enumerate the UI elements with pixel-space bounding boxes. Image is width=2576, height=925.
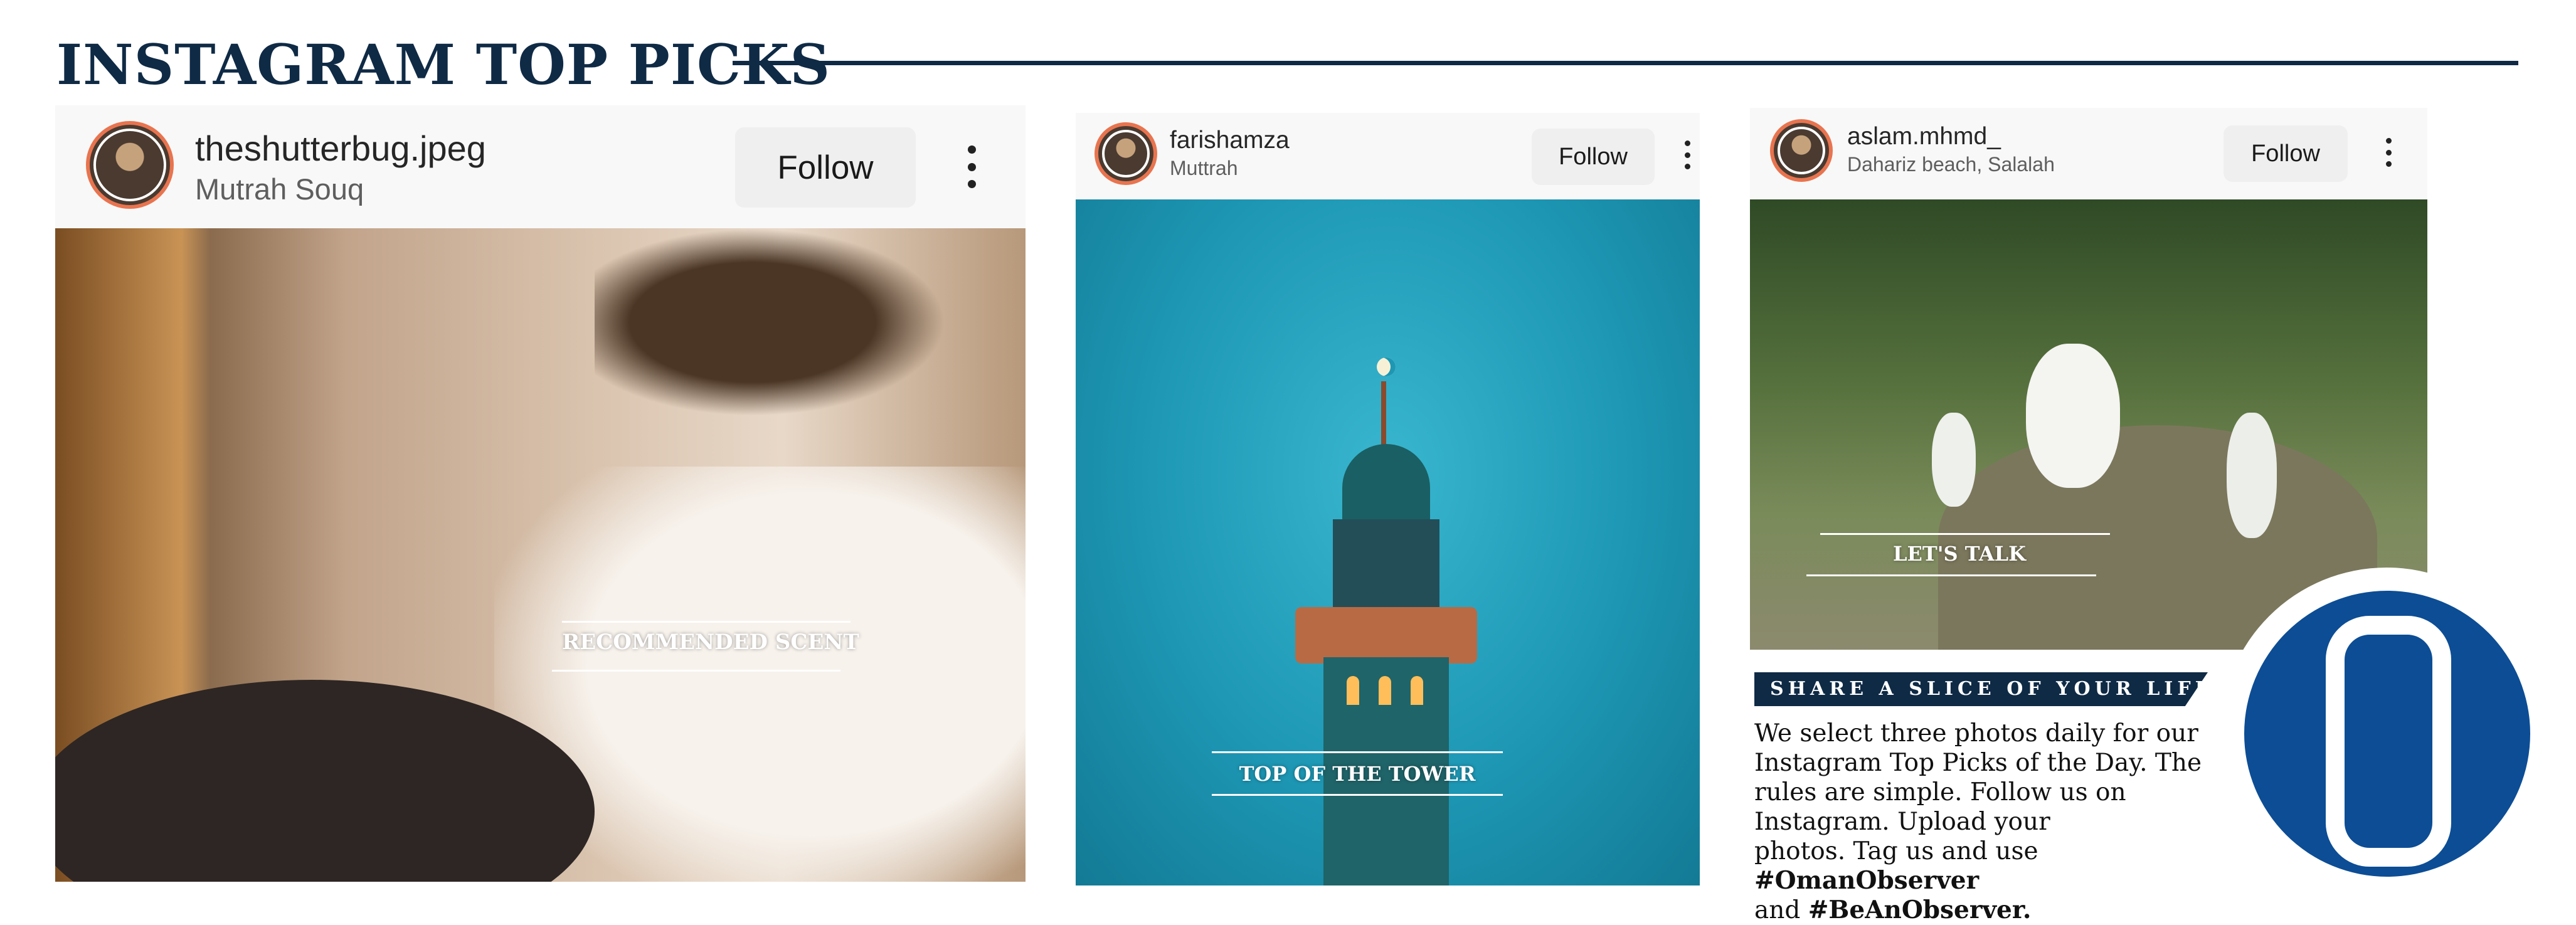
- post-1-username[interactable]: theshutterbug.jpeg: [195, 128, 486, 169]
- post-3-avatar[interactable]: [1770, 119, 1833, 182]
- post-1-more-vertical-icon[interactable]: [964, 145, 979, 188]
- post-3-caption-line-top: [1820, 533, 2110, 535]
- promo-line: rules are simple. Follow us on: [1754, 778, 2126, 806]
- post-1-caption-line-top: [562, 621, 851, 623]
- post-2-username[interactable]: farishamza: [1170, 127, 1290, 154]
- post-2-location[interactable]: Muttrah: [1170, 157, 1238, 180]
- post-3-more-vertical-icon[interactable]: [2383, 138, 2393, 167]
- post-2-avatar[interactable]: [1095, 122, 1157, 185]
- brand-logo-o-letter: [2326, 616, 2451, 867]
- promo-line: Instagram Top Picks of the Day. The: [1754, 749, 2202, 777]
- promo-line: photos. Tag us and use: [1754, 837, 2038, 865]
- page-title: INSTAGRAM TOP PICKS: [56, 32, 831, 97]
- promo-banner-text: SHARE A SLICE OF YOUR LIFE: [1770, 678, 2214, 700]
- post-1-caption-line-bottom: [552, 670, 840, 672]
- post-1-caption: RECOMMENDED SCENT: [562, 630, 859, 655]
- promo-line: Instagram. Upload your: [1754, 808, 2050, 836]
- post-1-avatar[interactable]: [86, 121, 174, 209]
- post-3-location[interactable]: Dahariz beach, Salalah: [1847, 153, 2055, 176]
- post-1-location[interactable]: Mutrah Souq: [195, 172, 364, 206]
- post-2-caption: TOP OF THE TOWER: [1239, 762, 1476, 786]
- hashtag-omanobserver: #OmanObserver: [1754, 866, 1980, 895]
- title-rule: [733, 61, 2518, 65]
- post-3-caption: LET'S TALK: [1893, 542, 2026, 566]
- promo-line: We select three photos daily for our: [1754, 719, 2198, 748]
- post-2-follow-button[interactable]: Follow: [1532, 129, 1655, 185]
- post-1-follow-button[interactable]: Follow: [735, 127, 916, 208]
- post-1-photo: [55, 228, 1026, 882]
- and-word: and: [1754, 896, 1801, 924]
- hashtag-beanobserver: #BeAnObserver.: [1808, 896, 2032, 924]
- promo-line-final: and #BeAnObserver.: [1754, 896, 2269, 925]
- promo-body: We select three photos daily for our Ins…: [1754, 719, 2269, 925]
- post-3-follow-button[interactable]: Follow: [2224, 125, 2348, 182]
- post-2-caption-line-top: [1212, 751, 1503, 753]
- post-3-caption-line-bottom: [1806, 574, 2096, 576]
- post-3-username[interactable]: aslam.mhmd_: [1847, 123, 2001, 151]
- post-2-caption-line-bottom: [1212, 794, 1503, 796]
- post-2-more-vertical-icon[interactable]: [1682, 140, 1692, 169]
- promo-line-with-hashtag: photos. Tag us and use #OmanObserver: [1754, 837, 2269, 896]
